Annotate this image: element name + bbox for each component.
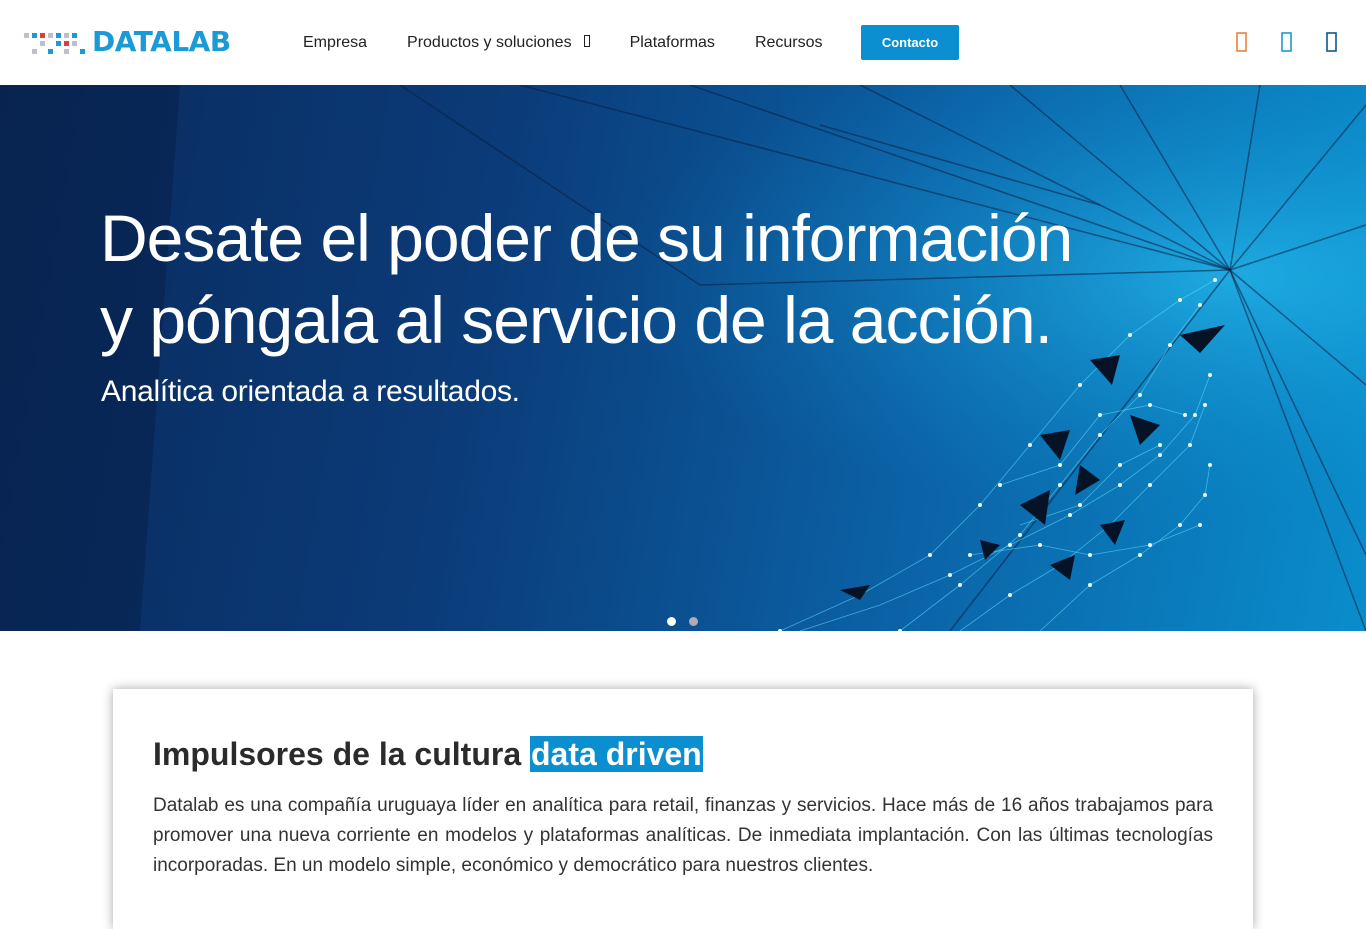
- nav-item-label: Plataformas: [629, 33, 715, 51]
- hero-title: Desate el poder de su información y póng…: [100, 197, 1200, 361]
- site-header: DATALAB Empresa Productos y soluciones P…: [0, 0, 1366, 85]
- datalab-logo[interactable]: DATALAB: [24, 28, 231, 56]
- logo-dots-icon: [24, 29, 90, 55]
- hero-subtitle: Analítica orientada a resultados.: [101, 375, 520, 408]
- nav-item-plataformas[interactable]: Plataformas: [630, 34, 715, 52]
- hero-title-line-2: y póngala al servicio de la acción.: [100, 283, 1053, 357]
- chevron-down-icon[interactable]: [583, 35, 590, 50]
- logo-wordmark: DATALAB: [92, 25, 231, 58]
- twitter-icon[interactable]: [1281, 32, 1293, 52]
- intro-body: Datalab es una compañía uruguaya líder e…: [153, 795, 1213, 876]
- intro-heading: Impulsores de la cultura data driven: [153, 736, 703, 773]
- nav-item-label: Empresa: [303, 33, 368, 51]
- contact-button[interactable]: Contacto: [861, 25, 959, 60]
- slider-pagination: [667, 617, 711, 626]
- intro-heading-highlight: data driven: [530, 736, 703, 772]
- nav-item-label: Recursos: [754, 33, 823, 51]
- intro-heading-text: Impulsores de la cultura: [153, 736, 530, 772]
- hero-title-line-1: Desate el poder de su información: [100, 201, 1073, 275]
- nav-item-productos[interactable]: Productos y soluciones: [407, 34, 590, 52]
- intro-card: Impulsores de la cultura data driven Dat…: [113, 689, 1253, 929]
- nav-item-label: Productos y soluciones: [407, 33, 572, 51]
- main-nav: Empresa Productos y soluciones Plataform…: [303, 0, 863, 85]
- facebook-icon[interactable]: [1236, 32, 1248, 52]
- slider-dot-1[interactable]: [667, 617, 676, 626]
- nav-item-empresa[interactable]: Empresa: [303, 34, 367, 52]
- linkedin-icon[interactable]: [1326, 32, 1338, 52]
- hero-slider: Desate el poder de su información y póng…: [0, 85, 1366, 631]
- nav-item-recursos[interactable]: Recursos: [755, 34, 823, 52]
- slider-dot-2[interactable]: [689, 617, 698, 626]
